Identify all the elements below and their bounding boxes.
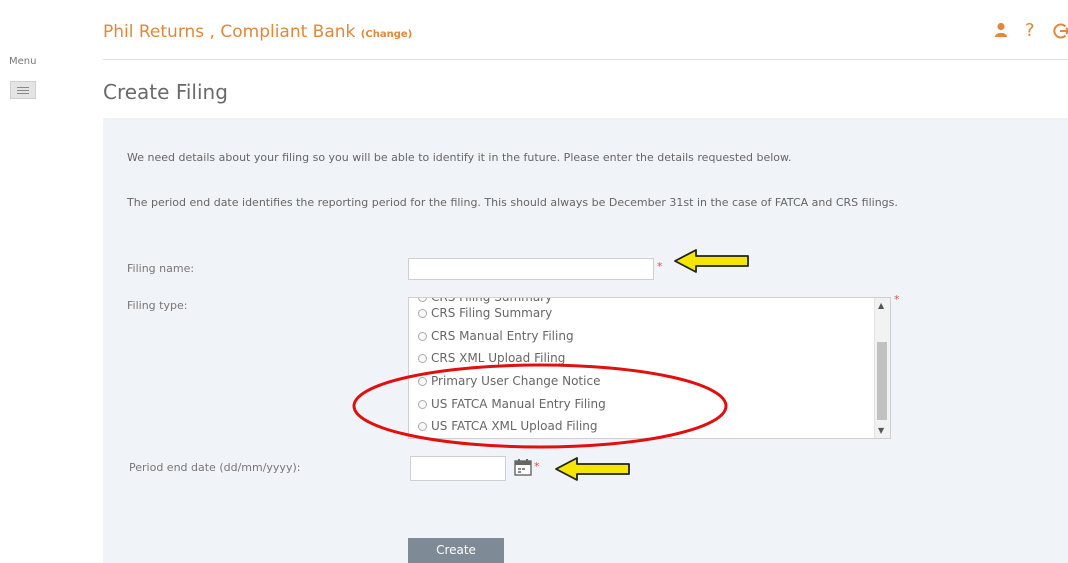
annotation-arrow-icon — [674, 249, 749, 273]
period-end-date-input[interactable] — [410, 456, 506, 481]
period-end-date-label: Period end date (dd/mm/yyyy): — [129, 461, 301, 474]
create-button[interactable]: Create — [408, 538, 504, 563]
hamburger-icon-line — [17, 86, 29, 88]
filing-type-option[interactable]: CRS Manual Entry Filing — [418, 329, 574, 343]
period-end-date-required-marker: * — [534, 460, 540, 473]
logout-icon[interactable] — [1053, 22, 1068, 44]
filing-type-option[interactable]: CRS Filing Summary — [418, 306, 552, 320]
hamburger-icon-line — [17, 89, 29, 91]
scroll-down-icon[interactable]: ▼ — [878, 426, 884, 435]
filing-type-option-label: CRS Manual Entry Filing — [431, 329, 574, 343]
annotation-ellipse-icon — [352, 363, 728, 449]
radio-icon — [418, 331, 427, 341]
period-description-text: The period end date identifies the repor… — [127, 196, 898, 209]
filing-name-required-marker: * — [657, 260, 663, 273]
filing-type-option[interactable]: CRS Filing Summary — [418, 297, 553, 304]
change-organisation-link[interactable]: (Change) — [361, 29, 412, 40]
filing-type-label: Filing type: — [127, 299, 188, 312]
hamburger-icon-line — [17, 92, 29, 94]
intro-text: We need details about your filing so you… — [127, 151, 792, 164]
page-title: Create Filing — [103, 80, 228, 104]
radio-icon — [418, 298, 427, 302]
filing-type-required-marker: * — [894, 293, 900, 306]
header-title: Phil Returns , Compliant Bank (Change) — [103, 22, 412, 42]
annotation-arrow-icon — [555, 457, 630, 481]
menu-label: Menu — [9, 56, 37, 67]
listbox-scrollbar[interactable]: ▲ ▼ — [874, 298, 890, 438]
header-divider — [103, 59, 1068, 60]
filing-type-option-label: CRS Filing Summary — [431, 297, 553, 304]
user-icon[interactable] — [994, 22, 1008, 42]
organisation-name: Phil Returns , Compliant Bank — [103, 22, 356, 42]
header-icons: ? — [978, 20, 1068, 44]
calendar-icon[interactable] — [513, 457, 533, 481]
filing-type-option-label: CRS Filing Summary — [431, 306, 553, 320]
menu-hamburger-button[interactable] — [10, 81, 36, 99]
filing-name-label: Filing name: — [127, 262, 195, 275]
filing-name-input[interactable] — [408, 258, 654, 280]
scrollbar-thumb[interactable] — [877, 342, 887, 420]
radio-icon — [418, 308, 427, 318]
scroll-up-icon[interactable]: ▲ — [878, 301, 884, 310]
help-icon[interactable]: ? — [1025, 20, 1035, 41]
